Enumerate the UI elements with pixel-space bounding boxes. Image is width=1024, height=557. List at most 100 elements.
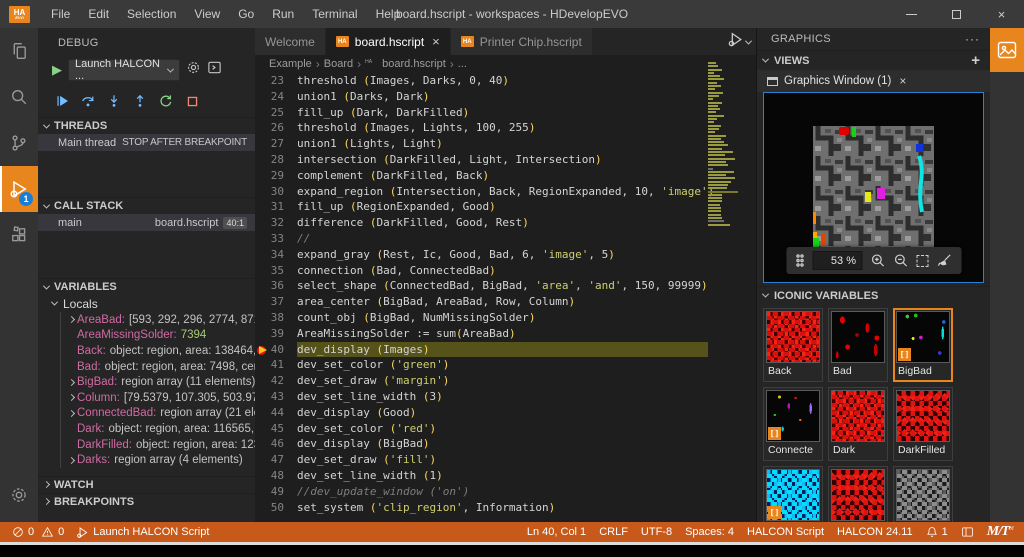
code-text[interactable]: count_obj (BigBad, NumMissingSolder) (297, 310, 708, 326)
code-line[interactable]: 26threshold (Images, Lights, 100, 255) (255, 120, 757, 136)
code-text[interactable]: fill_up (RegionExpanded, Good) (297, 199, 708, 215)
line-number[interactable]: 27 (255, 136, 297, 152)
code-text[interactable]: dev_set_color ('green') (297, 357, 708, 373)
code-line[interactable]: 41dev_set_color ('green') (255, 357, 757, 373)
code-text[interactable]: dev_set_color ('red') (297, 421, 708, 437)
views-section-header[interactable]: VIEWS (774, 55, 809, 67)
continue-icon[interactable] (54, 93, 70, 109)
settings-gear-icon[interactable] (0, 472, 38, 518)
launch-halcon-script-button[interactable]: Launch HALCON Script (76, 526, 209, 539)
graphics-window-tab[interactable]: Graphics Window (1) × (757, 70, 990, 92)
chevron-down-icon[interactable] (745, 37, 752, 44)
threads-section-header[interactable]: THREADS (38, 117, 255, 134)
line-number[interactable]: 43 (255, 389, 297, 405)
line-number[interactable]: 36 (255, 278, 297, 294)
line-number[interactable]: 41 (255, 357, 297, 373)
line-number[interactable]: 30 (255, 184, 297, 200)
code-line[interactable]: 35connection (Bad, ConnectedBad) (255, 263, 757, 279)
close-icon[interactable]: × (899, 74, 906, 88)
line-number[interactable]: 38 (255, 310, 297, 326)
code-line[interactable]: 29complement (DarkFilled, Back) (255, 168, 757, 184)
step-out-icon[interactable] (132, 93, 148, 109)
halcon-version[interactable]: HALCON 24.11 (837, 526, 913, 538)
iconic-variable-tile-connecte[interactable]: []Connecte (763, 387, 823, 461)
variable-row[interactable]: Darks:region array (4 elements) (61, 452, 255, 468)
step-into-icon[interactable] (106, 93, 122, 109)
iconic-variable-tile-bad[interactable]: Bad (828, 308, 888, 382)
cursor-position[interactable]: Ln 40, Col 1 (527, 526, 586, 538)
code-text[interactable]: set_system ('clip_region', Information) (297, 500, 708, 516)
close-icon[interactable]: × (432, 34, 440, 49)
code-line[interactable]: 49//dev_update_window ('on') (255, 484, 757, 500)
code-line[interactable]: 27union1 (Lights, Light) (255, 136, 757, 152)
code-area[interactable]: 23threshold (Images, Darks, 0, 40)24unio… (255, 73, 757, 522)
code-text[interactable]: AreaMissingSolder := sum(AreaBad) (297, 326, 708, 342)
drag-handle-icon[interactable] (795, 254, 804, 267)
variable-row[interactable]: AreaMissingSolder:7394 (61, 328, 255, 344)
code-text[interactable]: dev_display (Images) (297, 342, 708, 358)
breadcrumb[interactable]: Example›Board›HAboard.hscript›... (255, 55, 757, 73)
code-text[interactable]: threshold (Images, Darks, 0, 40) (297, 73, 708, 89)
menu-run[interactable]: Run (263, 0, 303, 28)
code-line[interactable]: 32difference (DarkFilled, Good, Rest) (255, 215, 757, 231)
code-line[interactable]: 25fill_up (Dark, DarkFilled) (255, 105, 757, 121)
code-line[interactable]: 45dev_set_color ('red') (255, 421, 757, 437)
code-text[interactable]: dev_display (BigBad) (297, 436, 708, 452)
code-text[interactable]: dev_set_draw ('margin') (297, 373, 708, 389)
code-text[interactable]: dev_set_line_width (3) (297, 389, 708, 405)
iconic-variable-tile-darkfilled[interactable]: DarkFilled (893, 387, 953, 461)
line-number[interactable]: 28 (255, 152, 297, 168)
code-line[interactable]: 42dev_set_draw ('margin') (255, 373, 757, 389)
code-text[interactable]: union1 (Darks, Dark) (297, 89, 708, 105)
code-line[interactable]: 50set_system ('clip_region', Information… (255, 500, 757, 516)
restore-button[interactable] (934, 0, 979, 28)
open-debug-console-icon[interactable] (207, 60, 222, 80)
add-view-button[interactable]: + (971, 52, 980, 69)
line-number[interactable]: 40 (255, 342, 297, 358)
start-debug-button[interactable]: ▶ (52, 62, 62, 78)
menu-file[interactable]: File (42, 0, 79, 28)
iconic-variable-tile[interactable] (893, 466, 953, 522)
variable-row[interactable]: DarkFilled:object: region, area: 1236... (61, 437, 255, 453)
line-number[interactable]: 29 (255, 168, 297, 184)
code-line[interactable]: 36select_shape (ConnectedBad, BigBad, 'a… (255, 278, 757, 294)
line-number[interactable]: 31 (255, 199, 297, 215)
line-number[interactable]: 33 (255, 231, 297, 247)
breadcrumb-item[interactable]: Example (269, 58, 312, 70)
more-actions-icon[interactable]: ··· (965, 32, 980, 46)
variable-row[interactable]: Back:object: region, area: 138464, ce... (61, 343, 255, 359)
breadcrumb-item[interactable]: Board (324, 58, 353, 70)
watch-section-header[interactable]: WATCH (38, 476, 255, 493)
code-line[interactable]: 38count_obj (BigBad, NumMissingSolder) (255, 310, 757, 326)
code-line[interactable]: 46dev_display (BigBad) (255, 436, 757, 452)
line-number[interactable]: 25 (255, 105, 297, 121)
code-text[interactable]: // (297, 231, 708, 247)
variable-row[interactable]: Bad:object: region, area: 7498, cente... (61, 359, 255, 375)
code-text[interactable]: dev_set_line_width (1) (297, 468, 708, 484)
variable-row[interactable]: Dark:object: region, area: 116565, ce... (61, 421, 255, 437)
iconic-variable-tile-dark[interactable]: Dark (828, 387, 888, 461)
zoom-level-field[interactable]: 53 % (812, 251, 862, 270)
code-line[interactable]: 47dev_set_draw ('fill') (255, 452, 757, 468)
debug-settings-gear-icon[interactable] (186, 60, 201, 80)
code-text[interactable]: fill_up (Dark, DarkFilled) (297, 105, 708, 121)
variable-row[interactable]: AreaBad:[593, 292, 296, 2774, 871, 4... (61, 312, 255, 328)
line-number[interactable]: 34 (255, 247, 297, 263)
restart-icon[interactable] (158, 93, 174, 109)
tab-printer-chip-hscript[interactable]: HAPrinter Chip.hscript (451, 28, 593, 55)
explorer-icon[interactable] (0, 28, 38, 74)
clear-brush-icon[interactable] (936, 253, 952, 268)
line-number[interactable]: 42 (255, 373, 297, 389)
line-number[interactable]: 23 (255, 73, 297, 89)
menu-go[interactable]: Go (229, 0, 263, 28)
launch-config-dropdown[interactable]: Launch HALCON ... (68, 59, 180, 81)
run-script-icon[interactable] (727, 31, 744, 53)
problems-indicator[interactable]: 0 0 (12, 526, 64, 538)
code-text[interactable]: expand_gray (Rest, Ic, Good, Bad, 6, 'im… (297, 247, 708, 263)
breadcrumb-item[interactable]: board.hscript (382, 58, 446, 70)
breakpoints-section-header[interactable]: BREAKPOINTS (38, 493, 255, 510)
tab-welcome[interactable]: Welcome (255, 28, 326, 55)
code-text[interactable]: select_shape (ConnectedBad, BigBad, 'are… (297, 278, 708, 294)
line-number[interactable]: 26 (255, 120, 297, 136)
breadcrumb-item[interactable]: ... (458, 58, 467, 70)
